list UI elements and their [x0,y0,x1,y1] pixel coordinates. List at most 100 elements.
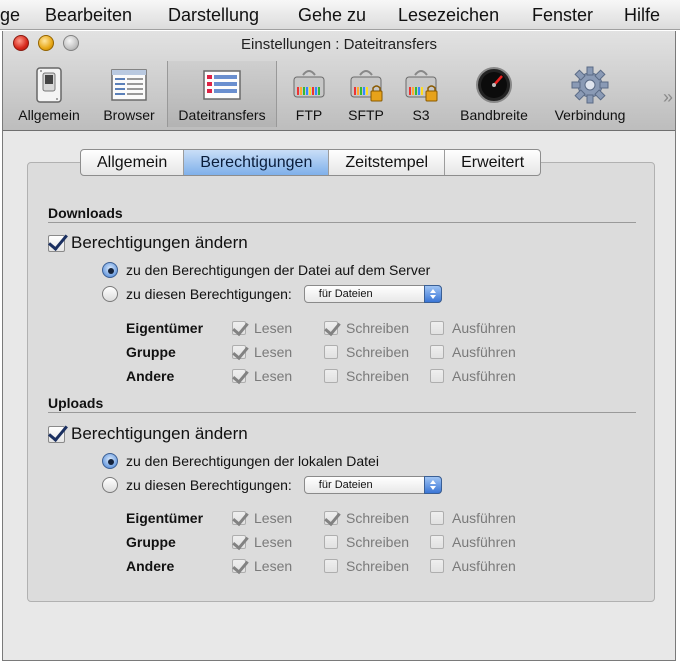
uploads-group-exec[interactable]: Ausführen [430,534,516,550]
toolbar-ftp[interactable]: FTP [287,61,331,127]
checkbox-label: Schreiben [346,558,410,574]
uploads-heading: Uploads [48,395,104,411]
downloads-heading: Downloads [48,205,123,221]
uploads-file-type-popup[interactable]: für Dateien [303,476,442,494]
downloads-others-exec[interactable]: Ausführen [430,368,516,384]
checkbox[interactable] [232,535,246,549]
checkbox-label: Ausführen [452,320,516,336]
tab-zeitstempel[interactable]: Zeitstempel [329,150,446,175]
checkbox-label: Ausführen [452,558,516,574]
downloads-file-type-popup[interactable]: für Dateien [303,285,442,303]
checkbox-label: Schreiben [346,368,410,384]
downloads-group-exec[interactable]: Ausführen [430,344,516,360]
uploads-others-exec[interactable]: Ausführen [430,558,516,574]
checkbox[interactable] [232,345,246,359]
toolbar-verbindung[interactable]: Verbindung [545,61,635,127]
uploads-group-label: Gruppe [126,534,176,550]
locked-server-drive-icon [350,70,383,102]
checkbox[interactable] [232,321,246,335]
uploads-divider [48,412,636,413]
checkbox-label: Ausführen [452,510,516,526]
checkbox[interactable] [232,559,246,573]
toolbar-label-verbindung: Verbindung [554,107,626,123]
checkbox[interactable] [232,511,246,525]
menu-item-go-partial[interactable]: ge [0,5,20,26]
checkbox-label: Lesen [254,320,293,336]
checkbox-label: Schreiben [346,534,410,550]
downloads-group-read[interactable]: Lesen [232,344,292,360]
checkbox[interactable] [324,321,338,335]
uploads-owner-write[interactable]: Schreiben [324,510,409,526]
uploads-others-write[interactable]: Schreiben [324,558,409,574]
downloads-others-read[interactable]: Lesen [232,368,292,384]
uploads-group-read[interactable]: Lesen [232,534,292,550]
checkbox[interactable] [430,559,444,573]
checkbox-label: Schreiben [346,344,410,360]
downloads-owner-exec[interactable]: Ausführen [430,320,516,336]
downloads-owner-write[interactable]: Schreiben [324,320,409,336]
toolbar-s3[interactable]: S3 [399,61,443,127]
checkbox[interactable] [324,511,338,525]
downloads-change-permissions[interactable]: Berechtigungen ändern [48,233,248,253]
downloads-others-write[interactable]: Schreiben [324,368,409,384]
uploads-radio-local-row[interactable]: zu den Berechtigungen der lokalen Datei [102,453,379,469]
checkbox-label: Lesen [254,344,293,360]
checkbox[interactable] [430,321,444,335]
uploads-radio-local[interactable] [102,453,118,469]
downloads-owner-label: Eigentümer [126,320,204,336]
checkbox[interactable] [324,559,338,573]
toolbar-dateitransfers[interactable]: Dateitransfers [167,61,277,127]
browser-window-icon [111,69,147,101]
toolbar-bandbreite[interactable]: Bandbreite [453,61,535,127]
tab-allgemein[interactable]: Allgemein [81,150,185,175]
checkbox[interactable] [430,511,444,525]
tab-panel: Allgemein Berechtigungen Zeitstempel Erw… [27,149,655,602]
uploads-owner-read[interactable]: Lesen [232,510,292,526]
downloads-radio-server-row[interactable]: zu den Berechtigungen der Datei auf dem … [102,262,430,278]
preferences-content: Allgemein Berechtigungen Zeitstempel Erw… [3,132,675,660]
checkbox[interactable] [324,345,338,359]
downloads-radio-custom[interactable] [102,286,118,302]
uploads-owner-label: Eigentümer [126,510,204,526]
uploads-radio-custom-row[interactable]: zu diesen Berechtigungen: für Dateien [102,476,442,494]
downloads-radio-custom-row[interactable]: zu diesen Berechtigungen: für Dateien [102,285,442,303]
popup-arrows-icon [423,476,442,494]
checkbox[interactable] [430,345,444,359]
toolbar-browser[interactable]: Browser [95,61,163,127]
toolbar-allgemein[interactable]: Allgemein [11,61,87,127]
switch-icon [36,67,62,103]
uploads-others-read[interactable]: Lesen [232,558,292,574]
menu-item-fenster[interactable]: Fenster [532,5,593,26]
toolbar-sftp[interactable]: SFTP [341,61,391,127]
checkbox[interactable] [324,535,338,549]
popup-arrows-icon [423,285,442,303]
menu-item-bearbeiten[interactable]: Bearbeiten [45,5,132,26]
checkbox[interactable] [232,369,246,383]
downloads-owner-read[interactable]: Lesen [232,320,292,336]
tab-erweitert[interactable]: Erweitert [445,150,540,175]
checkbox[interactable] [430,369,444,383]
checkbox-label: Ausführen [452,534,516,550]
downloads-radio-server[interactable] [102,262,118,278]
tab-berechtigungen[interactable]: Berechtigungen [184,150,330,175]
uploads-change-permissions[interactable]: Berechtigungen ändern [48,424,248,444]
checkbox[interactable] [324,369,338,383]
double-chevron-right-icon[interactable]: » [663,87,673,108]
tab-bar: Allgemein Berechtigungen Zeitstempel Erw… [80,149,542,176]
uploads-group-write[interactable]: Schreiben [324,534,409,550]
uploads-change-permissions-checkbox[interactable] [48,425,65,443]
menu-item-darstellung[interactable]: Darstellung [168,5,259,26]
downloads-group-write[interactable]: Schreiben [324,344,409,360]
downloads-change-permissions-checkbox[interactable] [48,234,65,252]
uploads-owner-exec[interactable]: Ausführen [430,510,516,526]
menu-item-gehe-zu[interactable]: Gehe zu [298,5,366,26]
checkbox-label: Schreiben [346,320,410,336]
menu-item-hilfe[interactable]: Hilfe [624,5,660,26]
toolbar-label-bandbreite: Bandbreite [460,107,528,123]
uploads-radio-custom[interactable] [102,477,118,493]
toolbar-label-allgemein: Allgemein [18,107,80,123]
downloads-radio-server-label: zu den Berechtigungen der Datei auf dem … [126,262,431,278]
checkbox[interactable] [430,535,444,549]
menu-item-lesezeichen[interactable]: Lesezeichen [398,5,499,26]
gear-icon [571,66,609,104]
